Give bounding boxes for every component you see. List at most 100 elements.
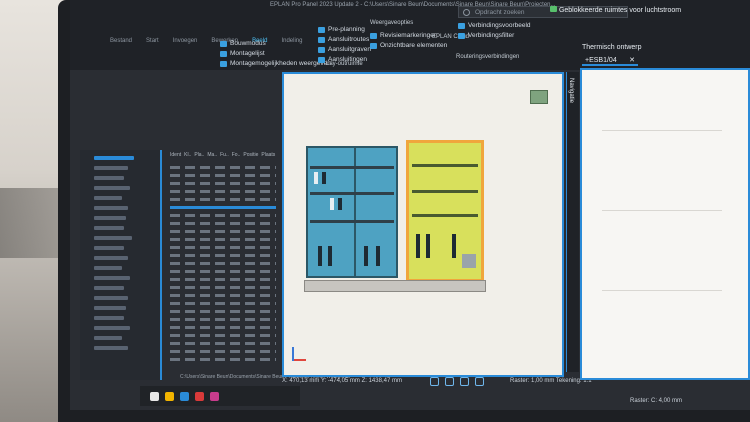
component[interactable] [426,234,430,258]
tree-node[interactable] [94,306,126,310]
blocked-airflow-toggle[interactable]: Geblokkeerde ruimtes voor luchtstroom [550,6,681,14]
component[interactable] [318,246,322,266]
ribbon: EPLAN Pro Panel 2023 Update 2 - C:\Users… [70,0,750,70]
tree-node[interactable] [94,246,124,250]
tree-node[interactable] [94,346,128,350]
tree-node[interactable] [94,166,128,170]
tree-node[interactable] [94,236,132,240]
filter-icon [458,32,465,39]
table-row[interactable] [170,190,276,193]
invisible-icon [370,42,377,49]
table-row[interactable] [170,254,276,257]
divider [602,290,722,291]
table-row[interactable] [170,342,276,345]
component[interactable] [462,254,476,268]
folder-icon[interactable] [165,391,174,401]
table-row[interactable] [170,246,276,249]
eye-icon[interactable] [475,377,484,386]
side-panel-tab[interactable]: Navigatie [566,72,579,372]
device-grid[interactable]: Ident Kl.. Pla.. Ma.. Fu.. Fo.. Positie … [162,150,280,370]
search-taskbar-icon[interactable] [150,391,159,401]
layout-item-aansluitgraven[interactable]: Aansluitgraven [318,46,371,53]
component[interactable] [328,246,332,266]
mount-item-bouwmodus[interactable]: Bouwmodus [220,40,331,47]
view-item-onzichtbaar[interactable]: Onzichtbare elementen [370,42,447,49]
mounting-rail [412,190,478,193]
navigator-tree[interactable] [80,150,162,380]
view-toolbar [430,377,484,386]
close-icon[interactable]: ✕ [629,55,635,66]
routing-item-voorbeeld[interactable]: Verbindingsvoorbeeld [458,22,531,29]
component[interactable] [416,234,420,258]
tab-start[interactable]: Start [146,38,159,44]
layout-item-preplanning[interactable]: Pre-planning [318,26,371,33]
component[interactable] [338,198,342,210]
mount-item-montagelijst[interactable]: Montagelijst [220,50,331,57]
table-row[interactable] [170,214,276,217]
mount-item-mogelijkheden[interactable]: Montagemogelijkheden weergeven [220,60,331,67]
zoom-icon[interactable] [460,377,469,386]
table-row[interactable] [170,326,276,329]
table-row[interactable] [170,318,276,321]
tree-node[interactable] [94,256,128,260]
table-row[interactable] [170,286,276,289]
terminals-icon [318,56,325,63]
view-cube-icon[interactable] [530,90,548,104]
tab-bestand[interactable]: Bestand [110,38,132,44]
tree-node[interactable] [94,266,122,270]
thermal-design-view[interactable] [580,68,750,380]
table-row[interactable] [170,230,276,233]
group-routing: Verbindingsvoorbeeld Verbindingsfilter [458,22,531,42]
table-row[interactable] [170,310,276,313]
tree-node[interactable] [94,186,130,190]
chrome-icon[interactable] [195,391,204,401]
table-row[interactable] [170,198,276,201]
component[interactable] [452,234,456,258]
tree-node[interactable] [94,196,122,200]
tree-node[interactable] [94,206,128,210]
mounting-rail [310,220,394,223]
table-row[interactable] [170,166,276,169]
mounting-rail [310,166,394,169]
tree-node[interactable] [94,156,134,160]
tree-node[interactable] [94,336,122,340]
revision-icon [370,32,377,39]
tree-node[interactable] [94,326,130,330]
table-row[interactable] [170,294,276,297]
component[interactable] [376,246,380,266]
table-row[interactable] [170,222,276,225]
pan-icon[interactable] [445,377,454,386]
table-row[interactable] [170,182,276,185]
table-row[interactable] [170,238,276,241]
table-row[interactable] [170,270,276,273]
tree-node[interactable] [94,276,130,280]
table-row[interactable] [170,262,276,265]
table-row[interactable] [170,302,276,305]
app-icon[interactable] [210,391,219,401]
3d-layout-viewport[interactable] [282,72,564,377]
tab-invoegen[interactable]: Invoegen [173,38,198,44]
table-row[interactable] [170,278,276,281]
routing-item-filter[interactable]: Verbindingsfilter [458,32,531,39]
thermal-design-tab[interactable]: +ESB1/04 ✕ [582,55,638,66]
table-row[interactable] [170,350,276,353]
tree-node[interactable] [94,176,124,180]
tree-node[interactable] [94,316,124,320]
tree-node[interactable] [94,286,124,290]
component[interactable] [364,246,368,266]
edge-icon[interactable] [180,391,189,401]
table-row[interactable] [170,334,276,337]
table-row[interactable] [170,358,276,361]
group-layout: Pre-planning Aansluitroutes Aansluitgrav… [318,26,371,66]
tree-node[interactable] [94,296,128,300]
rotate-icon[interactable] [430,377,439,386]
layout-item-aansluitroutes[interactable]: Aansluitroutes [318,36,371,43]
table-row[interactable] [170,174,276,177]
tree-node[interactable] [94,216,126,220]
component[interactable] [314,172,318,184]
table-row[interactable] [170,206,276,209]
tree-node[interactable] [94,226,124,230]
component[interactable] [330,198,334,210]
grid-header: Ident Kl.. Pla.. Ma.. Fu.. Fo.. Positie … [170,152,276,158]
component[interactable] [322,172,326,184]
